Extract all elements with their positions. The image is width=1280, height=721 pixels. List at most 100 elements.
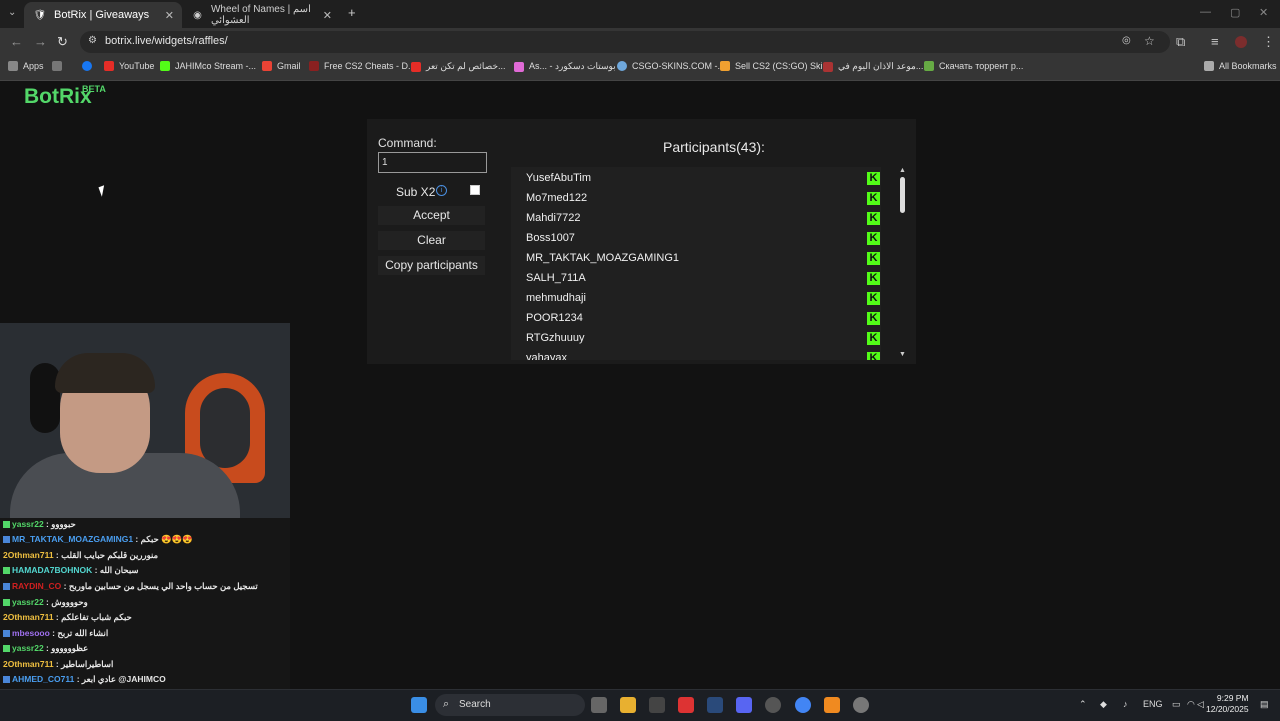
chrome-icon[interactable] [795, 697, 811, 713]
chat-message: 2Othman711 : منوررين قلبكم حبايب القلب [3, 550, 159, 560]
badge-icon [3, 521, 10, 529]
bookmark-facebook[interactable] [82, 61, 97, 71]
network-icon[interactable]: ▭ [1172, 699, 1181, 710]
discord-icon[interactable] [736, 697, 752, 713]
microphone-icon[interactable]: ♪ [1123, 699, 1128, 709]
taskbar-search[interactable]: ⌕ Search [435, 694, 585, 716]
tab-list-icon[interactable]: ⌄ [8, 7, 16, 18]
bookmark-all[interactable]: All Bookmarks [1204, 61, 1277, 71]
accept-button[interactable]: Accept [378, 206, 485, 225]
minimize-icon[interactable]: — [1200, 6, 1211, 18]
bookmark-prayer-times[interactable]: موعد الاذان اليوم في... [823, 61, 923, 72]
skins-icon [720, 61, 730, 71]
valorant-icon[interactable] [678, 697, 694, 713]
bookmark-star-icon[interactable]: ☆ [1144, 34, 1155, 48]
task-view-icon[interactable] [591, 697, 607, 713]
windows-start-icon[interactable] [411, 697, 427, 713]
extensions-icon[interactable]: ⧉ [1176, 34, 1185, 50]
chat-message: RAYDIN_CO : تسجيل من حساب واحد الي يسجل … [3, 581, 258, 592]
bookmark-youtube[interactable]: YouTube [104, 61, 154, 71]
browser-tab-bar: ⌄ 🛡 BotRix | Giveaways ✕ ◉ Wheel of Name… [0, 0, 1280, 28]
cheats-icon [309, 61, 319, 71]
back-icon[interactable]: ← [10, 34, 23, 49]
youtube-icon [104, 61, 114, 71]
bookmark-apps[interactable]: Apps [8, 61, 44, 71]
close-tab-icon[interactable]: ✕ [323, 9, 332, 22]
info-icon[interactable]: i [436, 185, 447, 196]
youtube-icon [411, 61, 421, 72]
tray-app-icon[interactable]: ◆ [1100, 699, 1107, 710]
bookmark-arabic-1[interactable]: خصائص لم تكن تعر... [411, 61, 506, 72]
kick-icon: K [867, 252, 880, 265]
tab-botrix[interactable]: 🛡 BotRix | Giveaways ✕ [24, 2, 182, 28]
participant-name: Boss1007 [526, 232, 575, 244]
address-bar: ← → ↻ ⚙ botrix.live/widgets/raffles/ ◎ ☆… [0, 28, 1280, 56]
scroll-down-icon[interactable]: ▼ [899, 351, 906, 358]
chat-message: yassr22 : حبوووو [3, 519, 76, 530]
gem-icon [514, 61, 524, 72]
kick-icon: K [867, 212, 880, 225]
command-input[interactable] [378, 152, 487, 173]
bookmark-torrent[interactable]: Скачать торрент р... [924, 61, 1023, 71]
app-orange-icon[interactable] [824, 697, 840, 713]
badge-icon [3, 630, 10, 638]
copy-participants-button[interactable]: Copy participants [378, 256, 485, 275]
profile-avatar[interactable] [1235, 36, 1247, 48]
tray-chevron-icon[interactable]: ⌃ [1079, 699, 1087, 710]
participant-name: MR_TAKTAK_MOAZGAMING1 [526, 252, 680, 264]
bookmark-cs2-cheats[interactable]: Free CS2 Cheats - D... [309, 61, 416, 71]
chat-message: HAMADA7BOHNOK : سبحان الله [3, 565, 139, 576]
scrollbar-thumb[interactable] [900, 177, 905, 213]
wifi-icon[interactable]: ◠ [1187, 699, 1195, 710]
site-info-icon[interactable]: ⚙ [88, 35, 97, 46]
bookmark-jahimco[interactable]: JAHIMco Stream -... [160, 61, 256, 71]
reload-icon[interactable]: ↻ [57, 34, 68, 50]
settings-icon[interactable] [853, 697, 869, 713]
grid-icon[interactable] [52, 61, 67, 71]
media-icon[interactable]: ≡ [1211, 34, 1219, 49]
forward-icon[interactable]: → [34, 34, 47, 49]
close-window-icon[interactable]: ✕ [1259, 6, 1268, 19]
tab-favicon-icon: 🛡 [33, 9, 47, 21]
scroll-up-icon[interactable]: ▲ [899, 167, 906, 174]
kick-icon: K [867, 312, 880, 325]
moon-icon [823, 61, 833, 72]
kick-icon: K [867, 272, 880, 285]
kick-icon: K [867, 232, 880, 245]
bookmark-gmail[interactable]: Gmail [262, 61, 301, 71]
clear-button[interactable]: Clear [378, 231, 485, 250]
bookmark-csgo-skins[interactable]: CSGO-SKINS.COM -... [617, 61, 725, 71]
sub-x2-checkbox[interactable] [470, 185, 480, 195]
new-tab-icon[interactable]: + [348, 5, 356, 20]
kick-icon: K [867, 172, 880, 185]
participant-name: RTGzhuuuy [526, 332, 585, 344]
tab-title: Wheel of Names | اسم العشوائي [210, 4, 311, 26]
clock[interactable]: 9:29 PM 12/20/2025 [1206, 693, 1249, 715]
eye-off-icon[interactable]: ◎ [1122, 35, 1131, 46]
maximize-icon[interactable]: ▢ [1230, 6, 1240, 19]
app-icon[interactable] [649, 697, 665, 713]
menu-icon[interactable]: ⋮ [1262, 34, 1275, 50]
close-tab-icon[interactable]: ✕ [165, 9, 174, 22]
participant-name: POOR1234 [526, 312, 583, 324]
chat-message: yassr22 : وحووووش [3, 597, 88, 608]
steam-icon[interactable] [707, 697, 723, 713]
volume-icon[interactable]: ◁ [1197, 699, 1204, 710]
tab-favicon-icon: ◉ [193, 9, 202, 21]
participants-list[interactable]: YusefAbuTim K Mo7med122 K Mahdi7722 K Bo… [511, 167, 881, 360]
sub-x2-label: Sub X2 [396, 185, 436, 199]
participant-name: mehmudhaji [526, 292, 586, 304]
headphones-icon [30, 363, 60, 433]
url-field[interactable]: ⚙ botrix.live/widgets/raffles/ ◎ ☆ [80, 31, 1170, 53]
language-indicator[interactable]: ENG [1143, 699, 1163, 709]
notifications-icon[interactable]: ▤ [1260, 699, 1269, 710]
badge-icon [3, 645, 10, 653]
tab-title: BotRix | Giveaways [54, 9, 150, 21]
command-label: Command: [378, 136, 437, 150]
webcam-overlay [0, 323, 290, 518]
file-explorer-icon[interactable] [620, 697, 636, 713]
obs-icon[interactable] [765, 697, 781, 713]
bookmark-sell-cs2[interactable]: Sell CS2 (CS:GO) Ski... [720, 61, 830, 71]
bookmark-discord-posts[interactable]: As... - بوستات دسكورد [514, 61, 616, 72]
tab-wheel-of-names[interactable]: ◉ Wheel of Names | اسم العشوائي ✕ [182, 2, 340, 28]
